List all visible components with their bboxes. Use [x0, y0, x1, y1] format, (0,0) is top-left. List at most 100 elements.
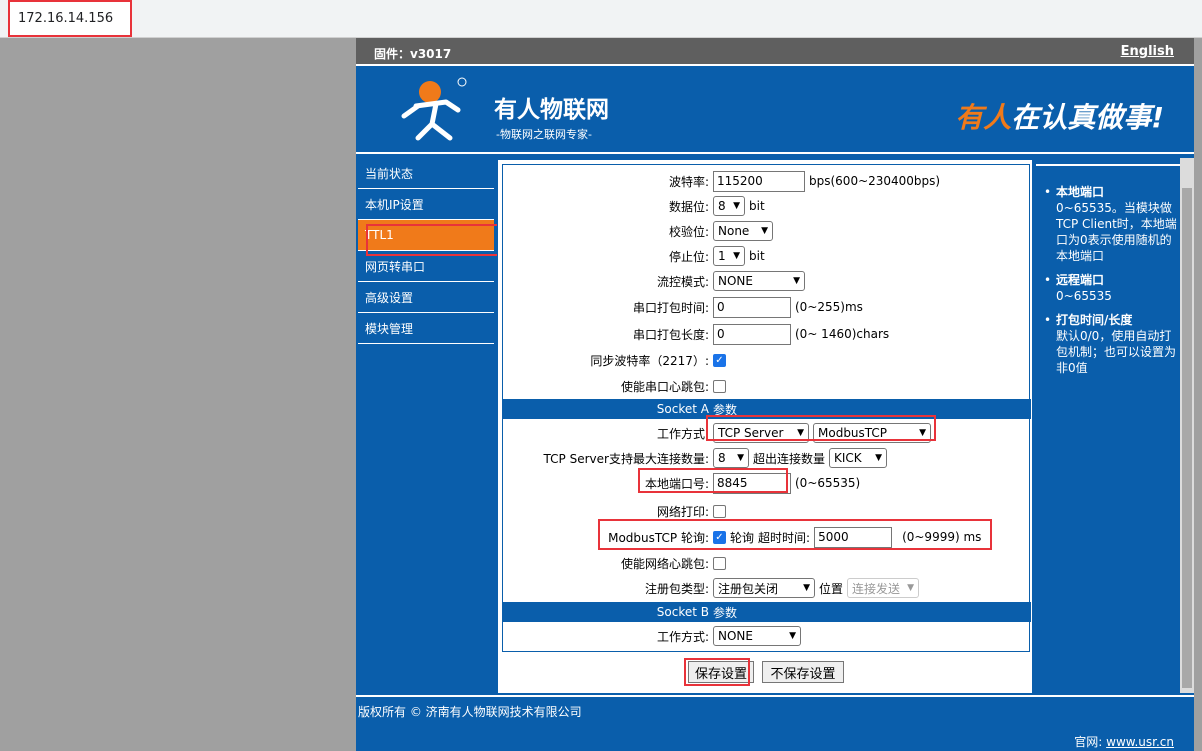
netprint-checkbox[interactable]	[713, 504, 726, 518]
footer: 版权所有 © 济南有人物联网技术有限公司 官网: www.usr.cn	[356, 695, 1194, 751]
website-label: 官网:	[1074, 735, 1103, 749]
workmode-b-value: NONE	[718, 629, 753, 643]
baud-row: 波特率: bps(600~230400bps)	[503, 169, 1031, 193]
brand-name: 有人物联网	[494, 97, 609, 123]
pos-value: 连接发送	[852, 581, 901, 596]
serial-heartbeat-row: 使能串口心跳包:	[503, 374, 1031, 398]
stopbits-unit: bit	[749, 249, 765, 263]
chevron-down-icon: ▼	[761, 226, 768, 236]
chevron-down-icon: ▼	[737, 453, 744, 463]
workmode-highlight-box	[706, 415, 936, 441]
top-strip: 固件：v3017 English	[356, 38, 1194, 66]
website-link[interactable]: www.usr.cn	[1106, 735, 1174, 749]
save-highlight-box	[684, 658, 750, 686]
flow-label: 流控模式:	[656, 274, 709, 289]
syncbaud-checkbox[interactable]: ✓	[713, 353, 726, 367]
packlen-label: 串口打包长度:	[632, 327, 709, 342]
workmode-b-row: 工作方式: NONE ▼	[503, 624, 1031, 648]
databits-select[interactable]: 8 ▼	[713, 196, 745, 216]
databits-value: 8	[718, 199, 726, 213]
stopbits-select[interactable]: 1 ▼	[713, 246, 745, 266]
workmode-b-select[interactable]: NONE ▼	[713, 626, 801, 646]
baud-input[interactable]	[713, 170, 805, 192]
nav-item-module-management[interactable]: 模块管理	[358, 313, 494, 344]
packlen-unit: (0~ 1460)chars	[795, 327, 890, 341]
website: 官网: www.usr.cn	[1074, 733, 1174, 750]
overflow-label: 超出连接数量	[753, 451, 826, 466]
help-list: 本地端口 0~65535。当模块做TCP Client时，本地端口为0表示使用随机…	[1044, 184, 1180, 384]
reg-value: 注册包关闭	[718, 581, 779, 596]
nav-item-status[interactable]: 当前状态	[358, 158, 494, 189]
socket-b-title: Socket B	[656, 605, 709, 619]
help-item-text: 0~65535。当模块做TCP Client时，本地端口为0表示使用随机的本地端…	[1056, 201, 1177, 263]
databits-label: 数据位:	[668, 199, 709, 214]
parity-value: None	[718, 224, 750, 238]
net-heartbeat-label: 使能网络心跳包:	[620, 556, 709, 571]
packtime-input[interactable]	[713, 296, 791, 318]
url-field[interactable]: 172.16.14.156	[8, 0, 132, 37]
slogan-part-b: 在认真做事!	[1011, 101, 1164, 134]
overflow-select[interactable]: KICK ▼	[829, 448, 888, 468]
maxconn-label: TCP Server支持最大连接数量:	[543, 451, 709, 466]
device-web-page: 固件：v3017 English 有人物联网 -物联网之联网专家- 有人在认真做…	[356, 38, 1194, 751]
help-item-text: 默认0/0，使用自动打包机制；也可以设置为非0值	[1056, 329, 1177, 375]
reg-select[interactable]: 注册包关闭 ▼	[713, 578, 815, 598]
usr-logo-icon	[401, 77, 467, 141]
banner: 有人物联网 -物联网之联网专家- 有人在认真做事!	[356, 68, 1194, 154]
flow-select[interactable]: NONE ▼	[713, 271, 805, 291]
socket-b-param: 参数	[713, 605, 738, 620]
chevron-down-icon: ▼	[803, 583, 810, 593]
parity-row: 校验位: None ▼	[503, 219, 1031, 243]
help-item: 本地端口 0~65535。当模块做TCP Client时，本地端口为0表示使用随机…	[1044, 184, 1180, 264]
help-item: 远程端口 0~65535	[1044, 272, 1180, 304]
packlen-input[interactable]	[713, 323, 791, 345]
maxconn-row: TCP Server支持最大连接数量: 8 ▼ 超出连接数量 KICK ▼	[503, 446, 1031, 470]
baud-unit: bps(600~230400bps)	[809, 174, 941, 188]
serial-heartbeat-label: 使能串口心跳包:	[620, 379, 709, 394]
chevron-down-icon: ▼	[793, 276, 800, 286]
databits-unit: bit	[749, 199, 765, 213]
flow-value: NONE	[718, 274, 753, 288]
firmware-version: 固件：v3017	[374, 47, 452, 61]
chevron-down-icon: ▼	[789, 631, 796, 641]
scrollbar[interactable]	[1180, 158, 1194, 693]
maxconn-select[interactable]: 8 ▼	[713, 448, 749, 468]
localport-highlight-box	[638, 468, 788, 493]
help-item-title: 打包时间/长度	[1056, 313, 1133, 327]
flow-row: 流控模式: NONE ▼	[503, 269, 1031, 293]
chevron-down-icon: ▼	[733, 251, 740, 261]
serial-heartbeat-checkbox[interactable]	[713, 379, 726, 393]
help-item: 打包时间/长度默认0/0，使用自动打包机制；也可以设置为非0值	[1044, 312, 1180, 376]
syncbaud-row: 同步波特率（2217）: ✓	[503, 348, 1031, 372]
discard-button[interactable]: 不保存设置	[762, 661, 844, 683]
maxconn-value: 8	[718, 451, 726, 465]
packtime-unit: (0~255)ms	[795, 300, 863, 314]
socket-a-title: Socket A	[656, 402, 709, 416]
overflow-value: KICK	[834, 451, 862, 465]
chevron-down-icon: ▼	[733, 201, 740, 211]
scrollbar-thumb[interactable]	[1182, 188, 1192, 688]
nav-item-advanced[interactable]: 高级设置	[358, 282, 494, 313]
netprint-label: 网络打印:	[656, 504, 709, 519]
help-panel: 本地端口 0~65535。当模块做TCP Client时，本地端口为0表示使用随机…	[1036, 158, 1192, 693]
net-heartbeat-checkbox[interactable]	[713, 556, 726, 570]
workmode-b-label: 工作方式:	[656, 629, 709, 644]
parity-select[interactable]: None ▼	[713, 221, 773, 241]
socket-b-header: Socket B 参数	[503, 602, 1031, 622]
help-item-text: 0~65535	[1056, 289, 1112, 303]
nav-item-ip-settings[interactable]: 本机IP设置	[358, 189, 494, 220]
workmode-label: 工作方式:	[656, 426, 709, 441]
copyright: 版权所有 © 济南有人物联网技术有限公司	[358, 705, 582, 719]
stopbits-row: 停止位: 1 ▼ bit	[503, 244, 1031, 268]
chevron-down-icon: ▼	[907, 583, 915, 593]
packtime-row: 串口打包时间: (0~255)ms	[503, 295, 1031, 319]
english-link[interactable]: English	[1121, 44, 1174, 59]
help-item-title: 远程端口	[1056, 273, 1105, 287]
slogan-part-a: 有人	[955, 101, 1012, 134]
net-heartbeat-row: 使能网络心跳包:	[503, 551, 1031, 575]
help-item-title: 本地端口	[1056, 185, 1105, 199]
baud-label: 波特率:	[668, 174, 709, 189]
brand-subtitle: -物联网之联网专家-	[496, 128, 592, 141]
browser-address-bar: 172.16.14.156	[0, 0, 1202, 38]
reg-label: 注册包类型:	[644, 581, 709, 596]
